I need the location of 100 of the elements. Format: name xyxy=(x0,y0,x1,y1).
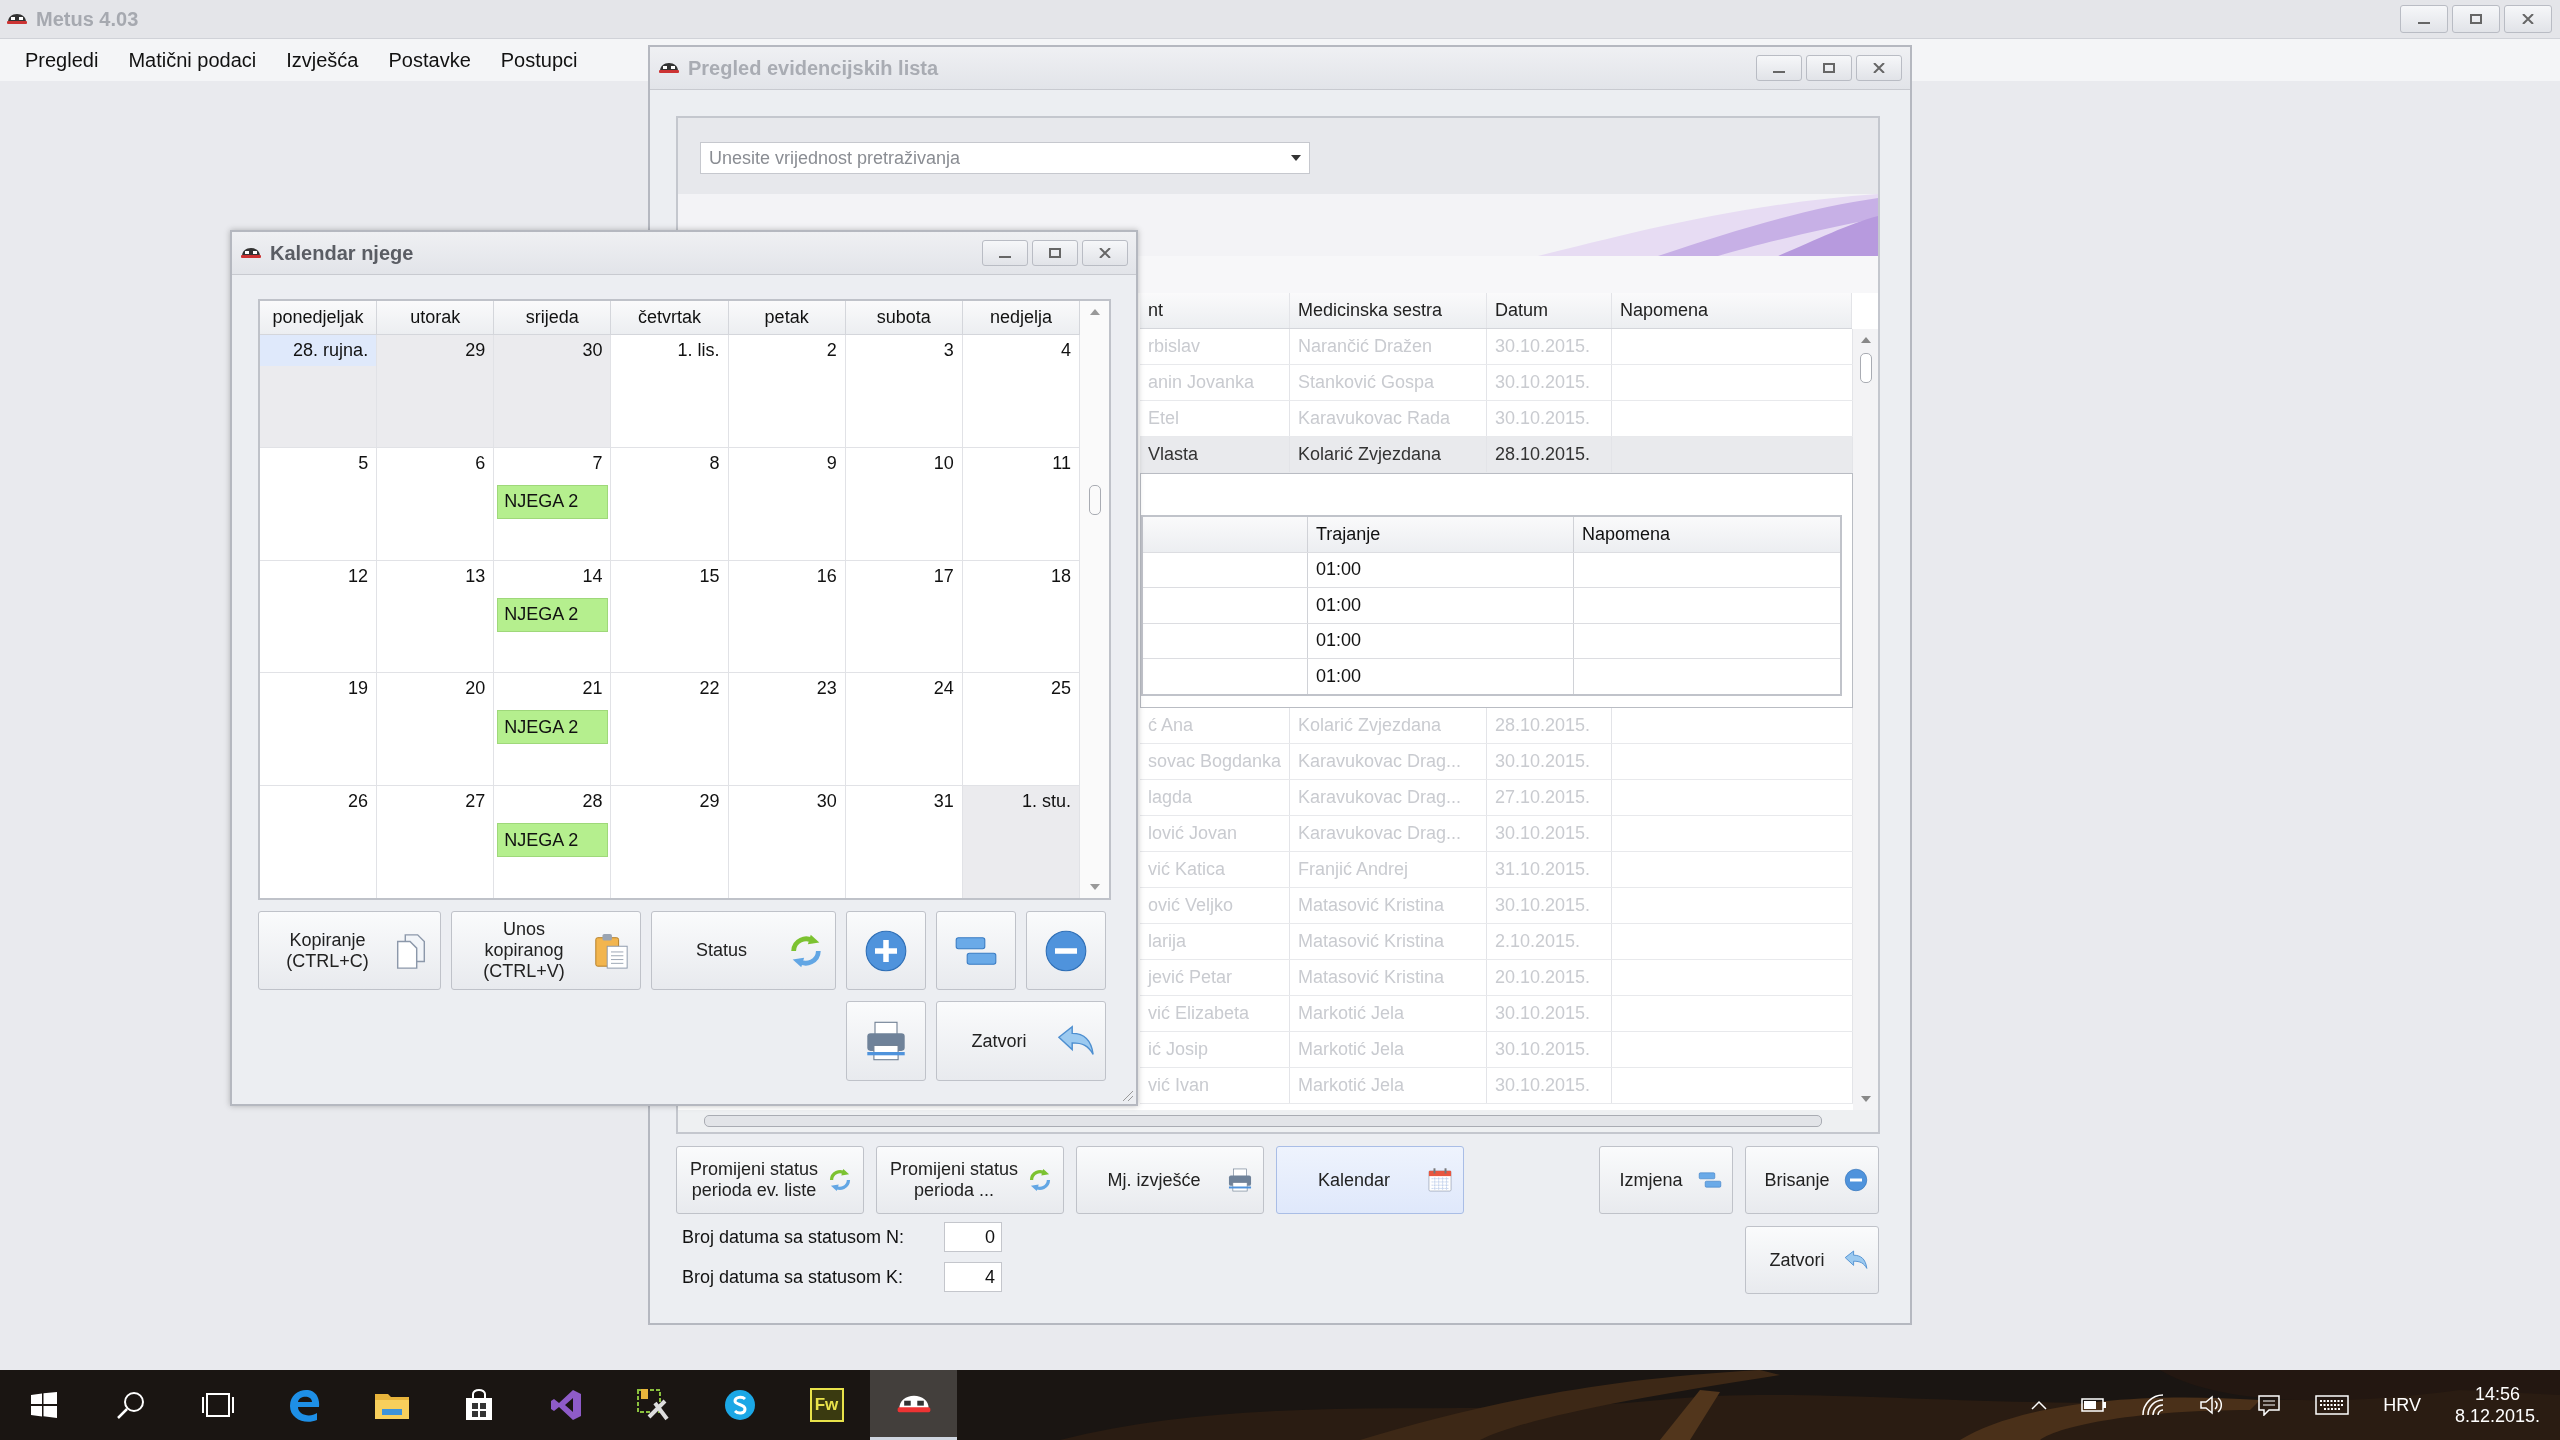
clock-date[interactable]: 8.12.2015. xyxy=(2454,1405,2540,1428)
day-number: 28. rujna. xyxy=(260,335,377,366)
day-number: 27 xyxy=(464,790,487,814)
icon-button[interactable] xyxy=(846,911,926,990)
day-cell[interactable]: 1. stu. xyxy=(962,786,1080,898)
day-number: 18 xyxy=(1049,564,1072,588)
notification-icon[interactable] xyxy=(2257,1394,2282,1416)
wifi-icon[interactable] xyxy=(2141,1394,2166,1416)
close-icon xyxy=(1099,248,1111,258)
taskbar-button[interactable]: Fw xyxy=(783,1370,870,1440)
scroll-down-icon[interactable] xyxy=(1861,1096,1871,1102)
app-icon[interactable]: Fw xyxy=(809,1388,844,1422)
day-cell[interactable]: 30 xyxy=(494,335,612,447)
day-cell[interactable]: 7 NJEGA 2 xyxy=(494,447,612,560)
count-field[interactable]: 4 xyxy=(944,1262,1002,1292)
menu-item[interactable]: Izvješća xyxy=(286,48,359,72)
icon-button[interactable] xyxy=(846,1001,926,1081)
taskbar-button[interactable] xyxy=(870,1370,957,1440)
close-button[interactable] xyxy=(1856,55,1902,81)
scrollbar[interactable] xyxy=(1853,329,1878,1110)
back-arrow-icon xyxy=(1844,1248,1868,1272)
maximize-button[interactable] xyxy=(2452,5,2500,33)
event[interactable]: NJEGA 2 xyxy=(497,484,609,519)
close-window-button[interactable]: Zatvori xyxy=(1745,1226,1879,1294)
scroll-up-icon[interactable] xyxy=(1089,309,1100,315)
icon-button[interactable] xyxy=(936,911,1016,990)
weekday-header: ponedjeljak xyxy=(260,301,378,334)
infinity-icon[interactable] xyxy=(548,1388,583,1422)
scrollbar[interactable] xyxy=(1080,301,1109,898)
clock-time[interactable]: 14:56 xyxy=(2474,1382,2520,1405)
icon-button[interactable] xyxy=(1026,911,1106,990)
day-number: 22 xyxy=(698,677,721,701)
day-cell[interactable]: 28. rujna. xyxy=(260,335,378,447)
day-number: 13 xyxy=(464,564,487,588)
maximize-icon xyxy=(1823,63,1835,73)
menu-item[interactable]: Postupci xyxy=(500,48,578,72)
weekday-header: subota xyxy=(845,301,963,334)
toolbar-button[interactable]: Brisanje xyxy=(1745,1146,1879,1214)
day-number: 3 xyxy=(942,339,955,362)
maximize-button[interactable] xyxy=(1032,240,1078,266)
toolbar-button[interactable]: Izmjena xyxy=(1599,1146,1733,1214)
scroll-thumb[interactable] xyxy=(1860,353,1872,383)
toolbar-button[interactable]: Promijeni status perioda ev. liste xyxy=(676,1146,864,1214)
table-row[interactable]: Vlasta Kolarić Zvjezdana 28.10.2015. xyxy=(1140,437,1853,473)
column-header[interactable]: Medicinska sestra xyxy=(1290,293,1487,328)
maximize-button[interactable] xyxy=(1806,55,1852,81)
toolbar-button[interactable]: Status xyxy=(651,911,836,990)
day-number: 8 xyxy=(708,451,721,475)
close-icon xyxy=(2522,14,2534,24)
close-button[interactable] xyxy=(2504,5,2552,33)
count-field[interactable]: 0 xyxy=(944,1222,1002,1252)
keyboard-icon[interactable] xyxy=(2315,1395,2350,1415)
toolbar-button[interactable]: Unos kopiranog (CTRL+V) xyxy=(451,911,641,990)
search-icon[interactable] xyxy=(115,1390,146,1420)
toolbar-button[interactable]: Kalendar xyxy=(1276,1146,1464,1214)
day-cell[interactable]: 21 NJEGA 2 xyxy=(494,673,612,786)
scroll-thumb[interactable] xyxy=(704,1115,1822,1127)
tools-icon[interactable] xyxy=(634,1387,671,1423)
scroll-up-icon[interactable] xyxy=(1861,337,1871,343)
task-view-icon[interactable] xyxy=(200,1391,235,1419)
column-header[interactable]: Datum xyxy=(1487,293,1612,328)
minus-icon xyxy=(1844,1168,1868,1192)
battery-icon[interactable] xyxy=(2081,1398,2108,1412)
weekday-header: utorak xyxy=(377,301,495,334)
close-button[interactable] xyxy=(1082,240,1128,266)
menu-item[interactable]: Postavke xyxy=(388,48,471,72)
column-header[interactable]: Napomena xyxy=(1574,517,1840,552)
day-number: 16 xyxy=(815,564,838,588)
day-number: 23 xyxy=(815,677,838,701)
language-indicator[interactable]: HRV xyxy=(2383,1394,2421,1416)
scroll-down-icon[interactable] xyxy=(1089,884,1100,890)
toolbar-button[interactable]: Mj. izvješće xyxy=(1076,1146,1264,1214)
chevron-up-icon[interactable] xyxy=(2031,1400,2048,1410)
day-cell[interactable]: 14 NJEGA 2 xyxy=(494,560,612,673)
toolbar-button[interactable]: Kopiranje (CTRL+C) xyxy=(258,911,441,990)
day-cell[interactable]: 29 xyxy=(377,335,495,447)
browser-icon[interactable] xyxy=(287,1388,322,1422)
day-number: 31 xyxy=(932,790,955,814)
close-icon xyxy=(1873,63,1885,73)
day-number: 29 xyxy=(698,790,721,814)
windows-logo-icon[interactable] xyxy=(30,1392,57,1418)
chat-icon[interactable] xyxy=(722,1388,757,1422)
day-number: 21 xyxy=(581,677,604,701)
scroll-thumb[interactable] xyxy=(1088,484,1101,515)
weekday-header: petak xyxy=(728,301,846,334)
horizontal-scrollbar[interactable] xyxy=(678,1110,1878,1132)
toolbar-button[interactable]: Promijeni status perioda ... xyxy=(876,1146,1064,1214)
column-header[interactable]: Trajanje xyxy=(1308,517,1574,552)
volume-icon[interactable] xyxy=(2199,1394,2224,1416)
menu-item[interactable]: Matični podaci xyxy=(128,48,257,72)
event[interactable]: NJEGA 2 xyxy=(497,710,609,745)
event[interactable]: NJEGA 2 xyxy=(497,823,609,858)
day-cell[interactable]: 28 NJEGA 2 xyxy=(494,786,612,898)
day-number: 2 xyxy=(825,339,838,362)
toolbar-button[interactable]: Zatvori xyxy=(936,1001,1106,1081)
event[interactable]: NJEGA 2 xyxy=(497,597,609,632)
column-header[interactable]: nt xyxy=(1140,293,1290,328)
car-icon xyxy=(658,61,680,75)
menu-item[interactable]: Pregledi xyxy=(25,48,99,72)
column-header[interactable]: Napomena xyxy=(1612,293,1852,328)
